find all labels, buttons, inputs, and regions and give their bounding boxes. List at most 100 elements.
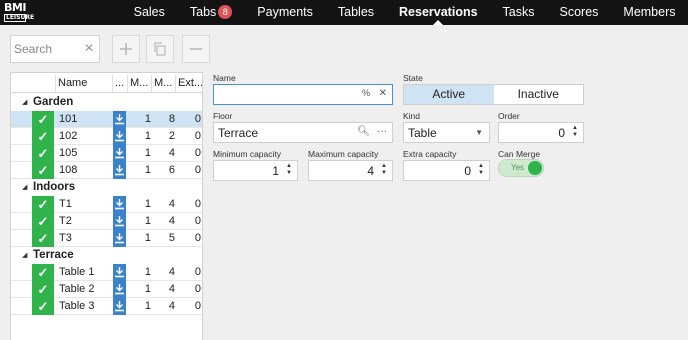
group-name: Terrace bbox=[33, 249, 74, 261]
min-value: 1 bbox=[144, 300, 151, 312]
download-icon[interactable] bbox=[113, 111, 126, 128]
percent-icon[interactable]: % bbox=[362, 88, 370, 98]
min-value: 1 bbox=[144, 198, 151, 210]
state-inactive-option[interactable]: Inactive bbox=[494, 85, 584, 104]
min-capacity-spin-icon[interactable]: ▲ ▼ bbox=[285, 163, 293, 177]
can-merge-value: Yes bbox=[511, 163, 525, 172]
table-row[interactable]: ✓ 108 1 6 0 bbox=[11, 162, 202, 179]
nav-reservations[interactable]: Reservations bbox=[387, 0, 491, 25]
column-header-min[interactable]: M... bbox=[127, 75, 151, 92]
table-name: 101 bbox=[59, 113, 78, 125]
extra-value: 0 bbox=[194, 147, 201, 159]
column-header-icon[interactable]: ... bbox=[112, 75, 127, 92]
state-label: State bbox=[403, 73, 423, 83]
name-field[interactable]: % ✕ bbox=[213, 84, 393, 105]
copy-icon bbox=[154, 42, 166, 56]
min-value: 1 bbox=[144, 147, 151, 159]
clear-icon[interactable]: ✕ bbox=[379, 88, 387, 99]
table-name: T2 bbox=[59, 215, 72, 227]
nav-payments-label: Payments bbox=[257, 5, 313, 19]
table-row[interactable]: ✓ 101 1 8 0 bbox=[11, 111, 202, 128]
column-header-name[interactable]: Name bbox=[55, 75, 111, 92]
add-button[interactable] bbox=[112, 35, 140, 63]
table-row[interactable]: ✓ T2 1 4 0 bbox=[11, 213, 202, 230]
bmi-leisure-logo: BMI LEISURE bbox=[4, 2, 34, 23]
remove-button[interactable] bbox=[182, 35, 210, 63]
download-icon[interactable] bbox=[113, 264, 126, 281]
download-icon[interactable] bbox=[113, 230, 126, 247]
table-name: T1 bbox=[59, 198, 72, 210]
download-icon[interactable] bbox=[113, 145, 126, 162]
max-capacity-spin-icon[interactable]: ▲ ▼ bbox=[380, 163, 388, 177]
min-value: 1 bbox=[144, 232, 151, 244]
nav-tasks[interactable]: Tasks bbox=[490, 0, 547, 25]
can-merge-toggle[interactable]: Yes bbox=[498, 159, 544, 177]
active-check-icon: ✓ bbox=[32, 111, 54, 128]
min-value: 1 bbox=[144, 164, 151, 176]
group-row[interactable]: ◢ Terrace bbox=[11, 247, 202, 264]
nav-tabs[interactable]: Tabs 8 bbox=[177, 0, 244, 25]
group-row[interactable]: ◢ Indoors bbox=[11, 179, 202, 196]
kind-select[interactable]: Table ▼ bbox=[403, 122, 490, 143]
search-input[interactable] bbox=[11, 36, 83, 62]
extra-value: 0 bbox=[194, 266, 201, 278]
download-icon[interactable] bbox=[113, 196, 126, 213]
table-row[interactable]: ✓ 102 1 2 0 bbox=[11, 128, 202, 145]
extra-capacity-label: Extra capacity bbox=[403, 149, 457, 159]
min-capacity-stepper[interactable]: 1 ▲ ▼ bbox=[213, 160, 298, 181]
table-row[interactable]: ✓ Table 1 1 4 0 bbox=[11, 264, 202, 281]
table-row[interactable]: ✓ Table 3 1 4 0 bbox=[11, 298, 202, 315]
min-capacity-value: 1 bbox=[272, 164, 279, 178]
max-value: 5 bbox=[168, 232, 175, 244]
table-name: 108 bbox=[59, 164, 78, 176]
min-capacity-label: Minimum capacity bbox=[213, 149, 282, 159]
more-icon[interactable]: ··· bbox=[377, 126, 387, 137]
order-value: 0 bbox=[558, 126, 565, 140]
collapse-triangle-icon[interactable]: ◢ bbox=[22, 98, 27, 106]
nav-members[interactable]: Members bbox=[611, 0, 688, 25]
search-icon[interactable]: 🔍︎ bbox=[357, 126, 370, 137]
extra-capacity-stepper[interactable]: 0 ▲ ▼ bbox=[403, 160, 490, 181]
floor-value: Terrace bbox=[218, 126, 259, 140]
download-icon[interactable] bbox=[113, 213, 126, 230]
order-label: Order bbox=[498, 111, 520, 121]
table-row[interactable]: ✓ T3 1 5 0 bbox=[11, 230, 202, 247]
collapse-triangle-icon[interactable]: ◢ bbox=[22, 251, 27, 259]
download-icon[interactable] bbox=[113, 162, 126, 179]
group-row[interactable]: ◢ Garden bbox=[11, 94, 202, 111]
max-capacity-stepper[interactable]: 4 ▲ ▼ bbox=[308, 160, 393, 181]
max-value: 2 bbox=[168, 130, 175, 142]
active-check-icon: ✓ bbox=[32, 281, 54, 298]
collapse-triangle-icon[interactable]: ◢ bbox=[22, 183, 27, 191]
order-spin-icon[interactable]: ▲ ▼ bbox=[571, 125, 579, 139]
table-row[interactable]: ✓ T1 1 4 0 bbox=[11, 196, 202, 213]
nav-scores[interactable]: Scores bbox=[547, 0, 611, 25]
extra-value: 0 bbox=[194, 130, 201, 142]
extra-capacity-spin-icon[interactable]: ▲ ▼ bbox=[477, 163, 485, 177]
table-name: Table 2 bbox=[59, 283, 95, 295]
download-icon[interactable] bbox=[113, 281, 126, 298]
table-row[interactable]: ✓ 105 1 4 0 bbox=[11, 145, 202, 162]
min-value: 1 bbox=[144, 266, 151, 278]
active-check-icon: ✓ bbox=[32, 128, 54, 145]
max-capacity-label: Maximum capacity bbox=[308, 149, 379, 159]
floor-field[interactable]: Terrace 🔍︎ ··· bbox=[213, 122, 393, 143]
column-header-max[interactable]: M... bbox=[151, 75, 175, 92]
download-icon[interactable] bbox=[113, 128, 126, 145]
state-active-option[interactable]: Active bbox=[404, 85, 494, 104]
extra-value: 0 bbox=[194, 113, 201, 125]
extra-capacity-value: 0 bbox=[464, 164, 471, 178]
search-clear-icon[interactable]: ✕ bbox=[84, 41, 94, 55]
copy-button[interactable] bbox=[146, 35, 174, 63]
nav-reservations-label: Reservations bbox=[399, 5, 478, 19]
max-value: 4 bbox=[168, 215, 175, 227]
toggle-knob bbox=[528, 161, 542, 175]
download-icon[interactable] bbox=[113, 298, 126, 315]
order-stepper[interactable]: 0 ▲ ▼ bbox=[498, 122, 584, 143]
nav-payments[interactable]: Payments bbox=[245, 0, 326, 25]
nav-sales[interactable]: Sales bbox=[121, 0, 177, 25]
table-row[interactable]: ✓ Table 2 1 4 0 bbox=[11, 281, 202, 298]
nav-tables[interactable]: Tables bbox=[325, 0, 386, 25]
chevron-down-icon[interactable]: ▼ bbox=[475, 128, 483, 137]
column-header-extra[interactable]: Ext... bbox=[175, 75, 202, 92]
